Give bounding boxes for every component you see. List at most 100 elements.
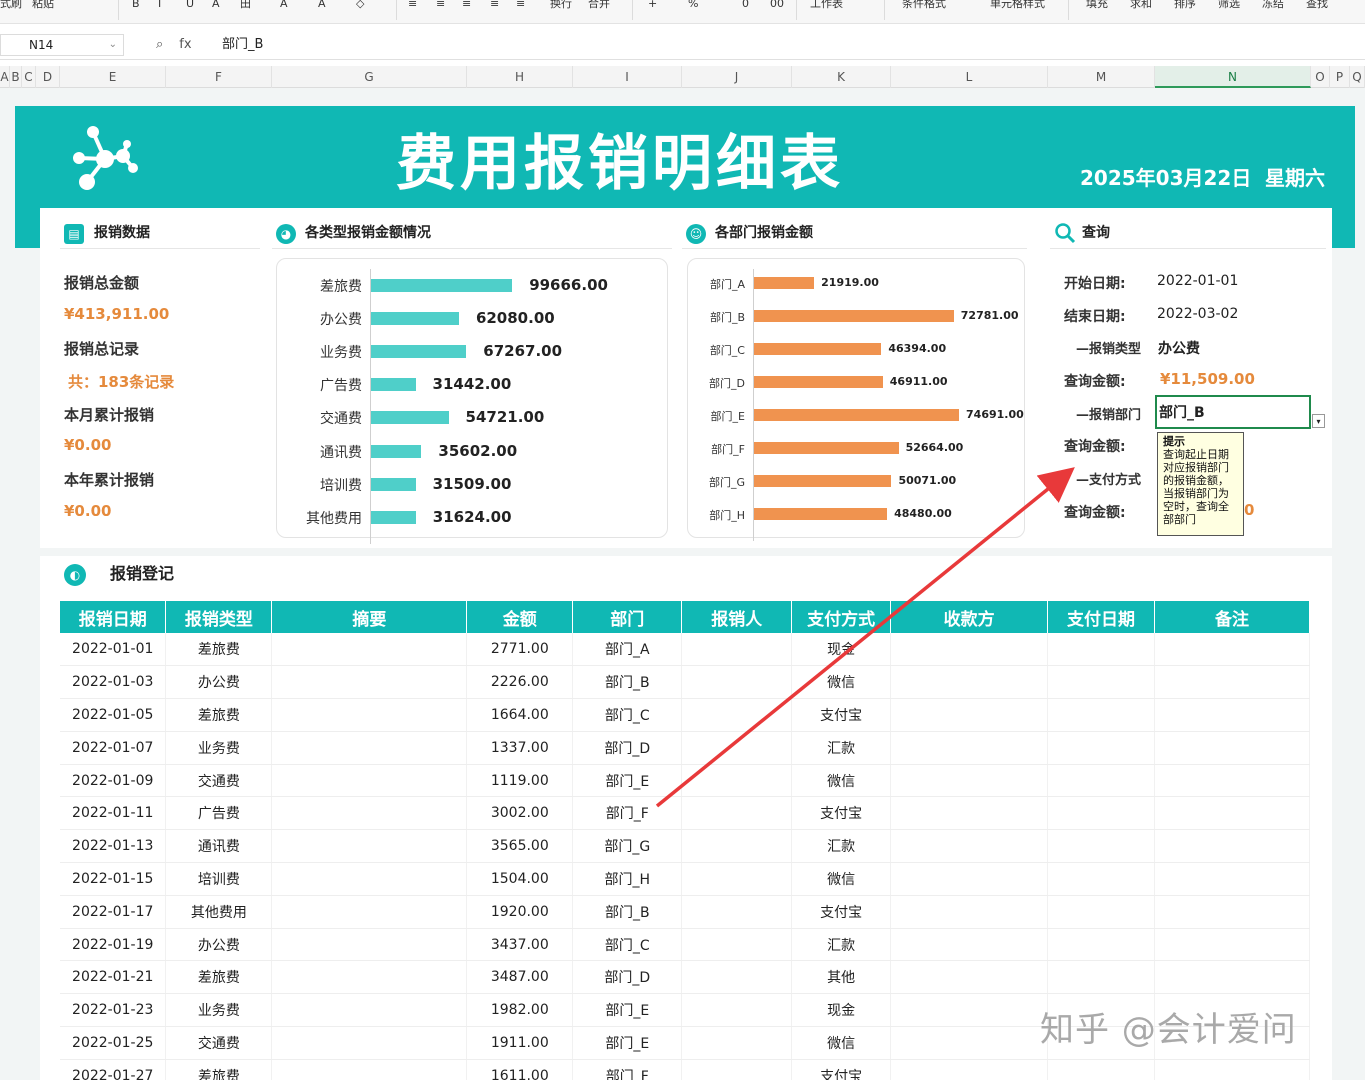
- table-cell[interactable]: 部门_H: [572, 862, 683, 896]
- table-cell[interactable]: 微信: [791, 764, 892, 798]
- table-cell[interactable]: [1047, 796, 1156, 831]
- table-cell[interactable]: [271, 796, 468, 831]
- table-cell[interactable]: 差旅费: [165, 698, 273, 732]
- column-header-a[interactable]: A: [0, 66, 10, 88]
- table-cell[interactable]: [890, 764, 1049, 798]
- zoom-icon[interactable]: ⌕: [156, 37, 163, 52]
- column-heading[interactable]: 备注: [1154, 601, 1310, 633]
- table-cell[interactable]: [1154, 731, 1310, 765]
- table-cell[interactable]: [890, 1026, 1049, 1060]
- column-header-i[interactable]: I: [573, 66, 682, 88]
- table-cell[interactable]: [271, 829, 468, 864]
- chevron-down-icon[interactable]: ⌄: [109, 35, 117, 55]
- table-cell[interactable]: 差旅费: [165, 1059, 273, 1080]
- toolbar-item[interactable]: ≡: [408, 0, 417, 12]
- table-cell[interactable]: [271, 928, 468, 962]
- table-cell[interactable]: [271, 993, 468, 1028]
- column-heading[interactable]: 部门: [572, 601, 683, 633]
- column-header-m[interactable]: M: [1048, 66, 1155, 88]
- toolbar-item[interactable]: +: [648, 0, 657, 12]
- table-cell[interactable]: [890, 665, 1049, 700]
- start-date-value[interactable]: 2022-01-01: [1157, 273, 1238, 289]
- toolbar-item[interactable]: 换行: [550, 0, 572, 12]
- column-header-e[interactable]: E: [60, 66, 166, 88]
- table-cell[interactable]: 汇款: [791, 829, 892, 864]
- table-cell[interactable]: 3565.00: [466, 829, 574, 864]
- table-cell[interactable]: 2022-01-11: [60, 796, 167, 831]
- toolbar-item[interactable]: 单元格样式: [990, 0, 1045, 12]
- table-cell[interactable]: 2022-01-15: [60, 862, 167, 896]
- toolbar-item[interactable]: 条件格式: [902, 0, 946, 12]
- column-header-l[interactable]: L: [891, 66, 1048, 88]
- column-header-q[interactable]: Q: [1350, 66, 1365, 88]
- toolbar-item[interactable]: A: [318, 0, 326, 12]
- table-cell[interactable]: 办公费: [165, 928, 273, 962]
- table-cell[interactable]: [681, 698, 793, 732]
- toolbar-item[interactable]: ≡: [462, 0, 471, 12]
- table-cell[interactable]: [890, 895, 1049, 929]
- table-cell[interactable]: [1154, 895, 1310, 929]
- table-cell[interactable]: 部门_E: [572, 993, 683, 1028]
- toolbar-item[interactable]: ≡: [490, 0, 499, 12]
- column-heading[interactable]: 报销人: [681, 601, 793, 633]
- table-cell[interactable]: 部门_B: [572, 665, 683, 700]
- table-cell[interactable]: 部门_D: [572, 960, 683, 995]
- table-cell[interactable]: [271, 1026, 468, 1060]
- toolbar-item[interactable]: ≡: [516, 0, 525, 12]
- table-cell[interactable]: 3487.00: [466, 960, 574, 995]
- table-cell[interactable]: [1047, 895, 1156, 929]
- table-cell[interactable]: 1911.00: [466, 1026, 574, 1060]
- table-cell[interactable]: 部门_F: [572, 796, 683, 831]
- table-cell[interactable]: [1154, 665, 1310, 700]
- table-cell[interactable]: 微信: [791, 1026, 892, 1060]
- table-cell[interactable]: [681, 993, 793, 1028]
- table-cell[interactable]: [890, 928, 1049, 962]
- table-cell[interactable]: [1047, 633, 1156, 667]
- toolbar-item[interactable]: 工作表: [810, 0, 843, 12]
- table-cell[interactable]: 微信: [791, 862, 892, 896]
- table-cell[interactable]: 2022-01-03: [60, 665, 167, 700]
- table-cell[interactable]: [1047, 1059, 1156, 1080]
- table-cell[interactable]: 1982.00: [466, 993, 574, 1028]
- table-cell[interactable]: 业务费: [165, 993, 273, 1028]
- table-cell[interactable]: 办公费: [165, 665, 273, 700]
- table-cell[interactable]: 2022-01-27: [60, 1059, 167, 1080]
- table-cell[interactable]: [681, 829, 793, 864]
- formula-input[interactable]: 部门_B: [222, 34, 263, 56]
- table-cell[interactable]: [1154, 960, 1310, 995]
- table-cell[interactable]: [1047, 698, 1156, 732]
- table-cell[interactable]: [681, 633, 793, 667]
- column-header-d[interactable]: D: [36, 66, 60, 88]
- toolbar-item[interactable]: 冻结: [1262, 0, 1284, 12]
- table-cell[interactable]: [681, 665, 793, 700]
- toolbar-item[interactable]: 0: [742, 0, 749, 12]
- column-header-g[interactable]: G: [272, 66, 467, 88]
- table-cell[interactable]: [890, 698, 1049, 732]
- table-cell[interactable]: [1047, 928, 1156, 962]
- table-cell[interactable]: 1119.00: [466, 764, 574, 798]
- table-cell[interactable]: [271, 895, 468, 929]
- table-cell[interactable]: 2771.00: [466, 633, 574, 667]
- table-cell[interactable]: 其他费用: [165, 895, 273, 929]
- table-cell[interactable]: [890, 796, 1049, 831]
- column-header-n[interactable]: N: [1155, 66, 1311, 88]
- selected-cell-dept[interactable]: 部门_B: [1155, 395, 1311, 429]
- toolbar-item[interactable]: 合并: [588, 0, 610, 12]
- toolbar-item[interactable]: A: [212, 0, 220, 12]
- table-cell[interactable]: [1047, 731, 1156, 765]
- table-cell[interactable]: 3437.00: [466, 928, 574, 962]
- table-cell[interactable]: 1664.00: [466, 698, 574, 732]
- table-cell[interactable]: [1154, 1059, 1310, 1080]
- column-header-c[interactable]: C: [22, 66, 36, 88]
- toolbar-item[interactable]: 田: [240, 0, 251, 12]
- column-heading[interactable]: 金额: [466, 601, 574, 633]
- table-cell[interactable]: 2022-01-13: [60, 829, 167, 864]
- table-cell[interactable]: 差旅费: [165, 633, 273, 667]
- table-cell[interactable]: [1154, 862, 1310, 896]
- table-cell[interactable]: [271, 731, 468, 765]
- table-cell[interactable]: 汇款: [791, 731, 892, 765]
- table-cell[interactable]: [681, 731, 793, 765]
- table-cell[interactable]: [1047, 764, 1156, 798]
- column-heading[interactable]: 报销类型: [165, 601, 273, 633]
- table-cell[interactable]: [1154, 698, 1310, 732]
